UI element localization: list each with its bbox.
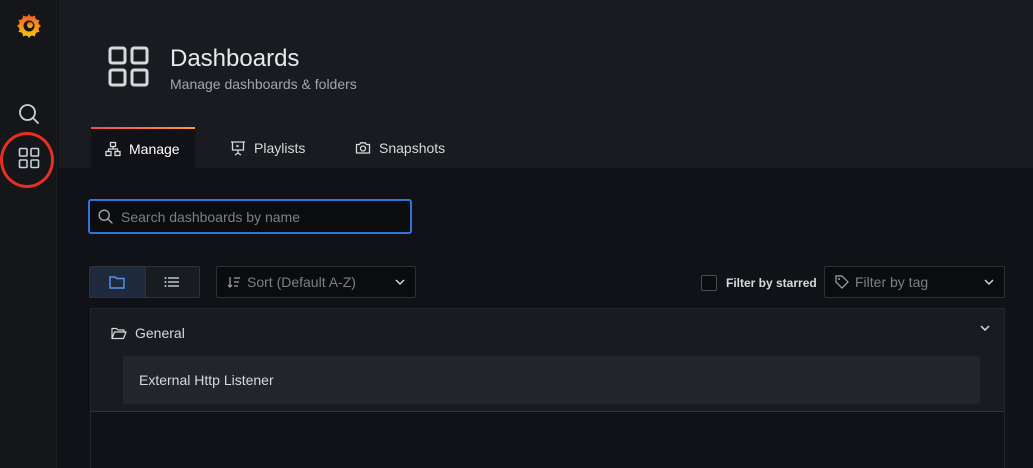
folder-header[interactable]: General [111,325,185,341]
tab-snapshots[interactable]: Snapshots [341,127,459,168]
list-view-button[interactable] [144,267,199,297]
sort-select-label: Sort (Default A-Z) [247,274,356,290]
sort-icon [227,277,240,288]
tab-playlists-label: Playlists [254,139,306,156]
page-subtitle: Manage dashboards & folders [170,76,357,92]
search-box[interactable] [88,199,412,234]
tag-filter-select[interactable]: Filter by tag [824,266,1005,298]
search-icon [98,209,113,224]
tag-icon [835,275,849,289]
chevron-down-icon[interactable] [980,325,990,331]
filter-by-starred[interactable]: Filter by starred [701,275,817,291]
starred-checkbox[interactable] [701,275,717,291]
sitemap-icon [105,141,121,157]
folder-icon [109,276,125,289]
dashboard-list-item[interactable]: External Http Listener [123,356,980,404]
sidebar-search-button[interactable] [0,94,57,134]
page-title: Dashboards [170,45,300,72]
search-icon [18,104,39,124]
dashboard-title: External Http Listener [139,372,274,388]
tag-filter-placeholder: Filter by tag [855,274,929,290]
sidebar [0,0,57,468]
folder-section-general: General External Http Listener [90,308,1005,412]
folder-open-icon [111,327,127,340]
sort-select[interactable]: Sort (Default A-Z) [216,266,416,298]
filter-by-starred-label: Filter by starred [726,276,817,290]
view-mode-toggle [89,266,200,298]
page-header-icon [108,46,150,93]
tab-snapshots-label: Snapshots [379,139,446,156]
page-header: Dashboards Manage dashboards & folders M… [58,0,1033,168]
camera-icon [355,140,371,156]
folder-name: General [135,325,185,341]
grafana-logo[interactable] [0,6,57,46]
grafana-logo-icon [16,14,41,38]
search-input[interactable] [119,207,399,226]
highlight-ring [0,132,54,188]
tab-playlists[interactable]: Playlists [216,127,319,168]
chevron-down-icon [395,279,405,285]
dashboards-icon [108,46,149,87]
chevron-down-icon [984,279,994,285]
list-icon [164,277,180,287]
folder-view-button[interactable] [90,267,145,297]
dashboard-list-empty-area [90,412,1005,468]
tab-manage-label: Manage [129,140,180,157]
tab-manage[interactable]: Manage [91,127,195,168]
presentation-icon [230,140,246,156]
